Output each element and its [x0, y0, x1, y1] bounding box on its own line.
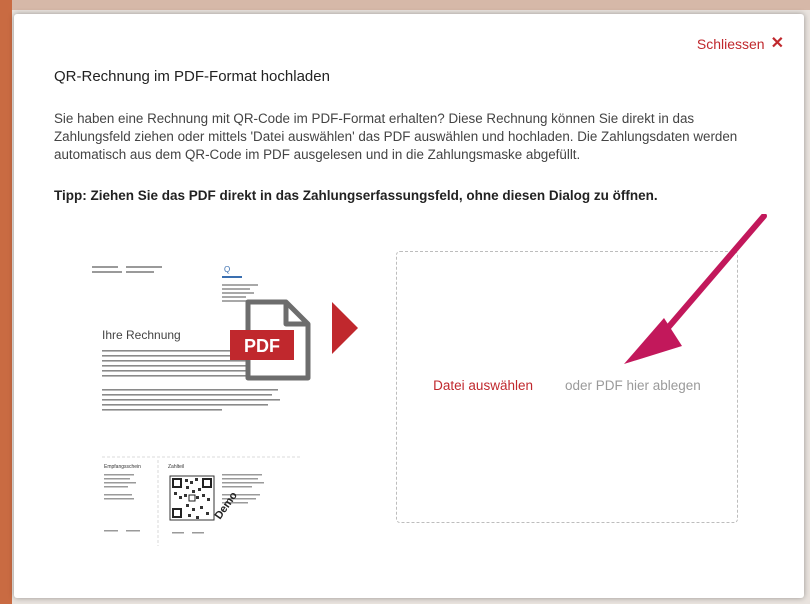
dialog-tip: Tipp: Ziehen Sie das PDF direkt in das Z…: [54, 188, 658, 203]
right-arrow-icon: [332, 302, 358, 354]
close-button[interactable]: Schliessen ✕: [697, 36, 784, 53]
choose-file-link[interactable]: Datei auswählen: [433, 378, 533, 393]
payment-title: Zahlteil: [168, 464, 184, 470]
pdf-badge-label: PDF: [244, 336, 280, 356]
pointer-arrow-icon: [624, 214, 767, 364]
upload-dialog: Schliessen ✕ QR-Rechnung im PDF-Format h…: [14, 14, 804, 598]
dialog-description: Sie haben eine Rechnung mit QR-Code im P…: [54, 111, 738, 162]
background-sidebar-accent: [0, 0, 12, 604]
svg-text:Q: Q: [224, 265, 230, 274]
invoice-heading: Ihre Rechnung: [102, 328, 181, 342]
close-icon[interactable]: ✕: [771, 36, 784, 52]
qr-code-image: [169, 475, 215, 521]
invoice-preview-illustration: Q Ihre Rechnung Empfangsschein Zahlteil …: [82, 250, 412, 550]
close-label[interactable]: Schliessen: [697, 36, 765, 52]
dialog-title: QR-Rechnung im PDF-Format hochladen: [54, 68, 330, 85]
receipt-title: Empfangsschein: [104, 464, 141, 470]
background-header: [0, 0, 810, 10]
